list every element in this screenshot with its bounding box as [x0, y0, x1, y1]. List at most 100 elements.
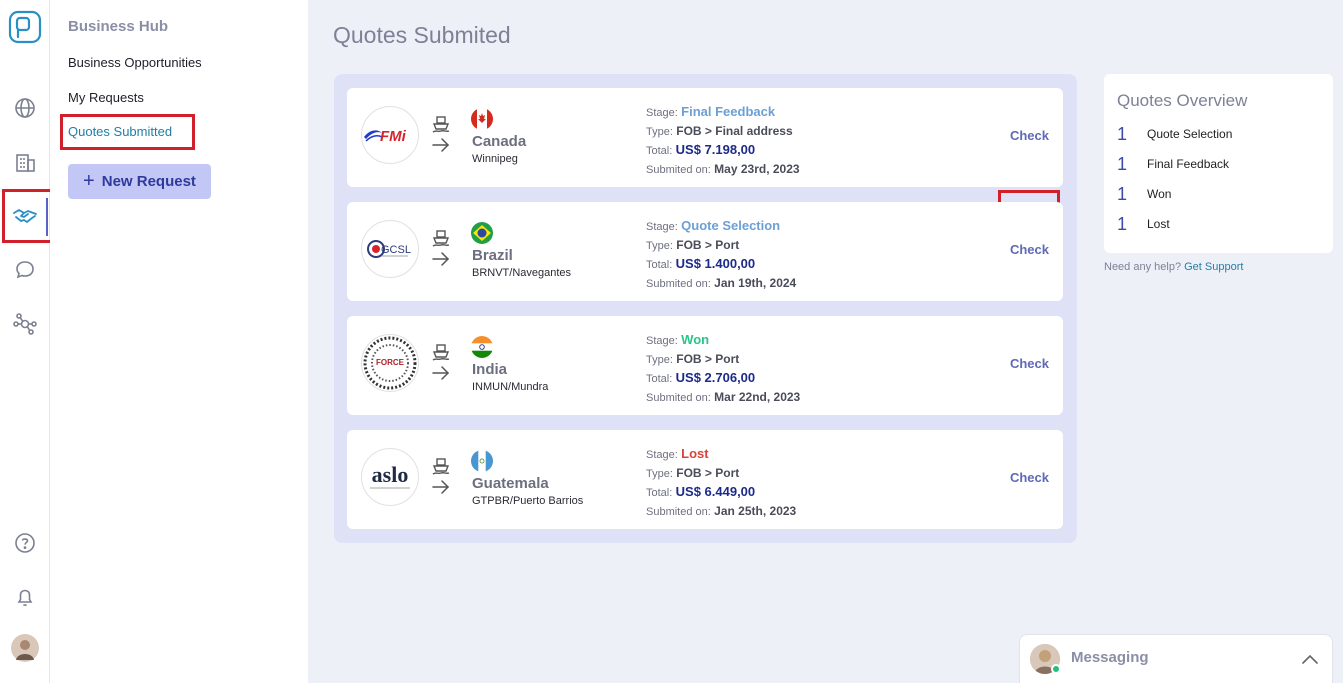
bell-icon[interactable]	[0, 582, 50, 612]
stage-label: Stage:	[646, 107, 678, 119]
submitted-label: Submited on:	[646, 506, 711, 518]
type-value: FOB > Port	[676, 352, 740, 366]
quote-info: Stage: Lost Type: FOB > Port Total: US$ …	[646, 445, 796, 521]
arrow-right-icon	[432, 480, 450, 499]
nav-my-requests[interactable]: My Requests	[68, 90, 144, 105]
overview-count: 1	[1117, 183, 1128, 204]
messaging-label: Messaging	[1071, 649, 1149, 666]
quote-info: Stage: Won Type: FOB > Port Total: US$ 2…	[646, 331, 800, 407]
nav-business-opportunities[interactable]: Business Opportunities	[68, 55, 202, 70]
logo-text: FMi	[380, 128, 407, 145]
check-button[interactable]: Check	[1010, 470, 1049, 485]
stage-value: Lost	[681, 446, 709, 461]
arrow-right-icon	[432, 252, 450, 271]
icon-rail	[0, 0, 55, 683]
ship-icon	[431, 343, 451, 366]
overview-label: Quote Selection	[1147, 127, 1233, 141]
quote-card: FORCE India INMUN/Mundra Stage: Won Type…	[347, 316, 1063, 415]
canada-flag-icon	[471, 108, 493, 130]
new-request-button[interactable]: + New Request	[68, 164, 211, 199]
sub-navigation: Business Hub Business Opportunities My R…	[50, 0, 308, 683]
plus-icon: +	[83, 169, 95, 192]
country-name: Brazil	[472, 247, 513, 264]
quote-card: GCSL Brazil BRNVT/Navegantes Stage: Quot…	[347, 202, 1063, 301]
total-label: Total:	[646, 487, 673, 499]
app-logo-icon[interactable]	[0, 10, 50, 44]
type-label: Type:	[646, 240, 673, 252]
port-name: INMUN/Mundra	[472, 381, 549, 393]
type-label: Type:	[646, 126, 673, 138]
online-status-indicator	[1051, 664, 1061, 674]
guatemala-flag-icon	[471, 450, 493, 472]
stage-label: Stage:	[646, 221, 678, 233]
overview-row: 1 Lost	[1117, 213, 1170, 235]
company-logo: FORCE	[361, 334, 419, 392]
logo-text: GCSL	[381, 244, 411, 256]
highlight-box	[2, 189, 55, 243]
check-button[interactable]: Check	[1010, 242, 1049, 257]
quote-info: Stage: Final Feedback Type: FOB > Final …	[646, 103, 800, 179]
check-button[interactable]: Check	[1010, 356, 1049, 371]
new-request-label: New Request	[101, 173, 196, 190]
help-text: Need any help? Get Support	[1104, 261, 1243, 273]
logo-text: FORCE	[376, 358, 405, 367]
total-label: Total:	[646, 145, 673, 157]
get-support-link[interactable]: Get Support	[1184, 261, 1243, 273]
quote-card: aslo Guatemala GTPBR/Puerto Barrios Stag…	[347, 430, 1063, 529]
submitted-date: May 23rd, 2023	[714, 162, 800, 176]
ship-icon	[431, 115, 451, 138]
stage-label: Stage:	[646, 449, 678, 461]
stage-value: Quote Selection	[681, 218, 781, 233]
messaging-widget[interactable]: Messaging	[1019, 634, 1333, 683]
total-label: Total:	[646, 259, 673, 271]
overview-row: 1 Final Feedback	[1117, 153, 1229, 175]
quotes-overview: Quotes Overview 1 Quote Selection 1 Final …	[1104, 74, 1333, 253]
total-value: US$ 7.198,00	[675, 142, 756, 157]
stage-value: Won	[681, 332, 710, 347]
arrow-right-icon	[432, 138, 450, 157]
submitted-date: Jan 25th, 2023	[714, 504, 797, 518]
total-value: US$ 6.449,00	[675, 484, 756, 499]
logo-text: aslo	[372, 462, 409, 487]
type-label: Type:	[646, 354, 673, 366]
user-avatar[interactable]	[0, 633, 50, 663]
type-value: FOB > Final address	[676, 124, 793, 138]
brazil-flag-icon	[471, 222, 493, 244]
company-logo: aslo	[361, 448, 419, 506]
company-logo: FMi	[361, 106, 419, 164]
submitted-date: Jan 19th, 2024	[714, 276, 797, 290]
overview-label: Lost	[1147, 217, 1170, 231]
overview-title: Quotes Overview	[1117, 91, 1248, 110]
overview-label: Final Feedback	[1147, 157, 1230, 171]
chevron-up-icon[interactable]	[1302, 651, 1318, 669]
total-value: US$ 2.706,00	[675, 370, 756, 385]
ship-icon	[431, 457, 451, 480]
ship-icon	[431, 229, 451, 252]
quote-info: Stage: Quote Selection Type: FOB > Port …	[646, 217, 796, 293]
help-icon[interactable]	[0, 528, 50, 558]
total-label: Total:	[646, 373, 673, 385]
submitted-date: Mar 22nd, 2023	[714, 390, 801, 404]
india-flag-icon	[471, 336, 493, 358]
building-icon[interactable]	[0, 147, 50, 177]
company-logo: GCSL	[361, 220, 419, 278]
port-name: Winnipeg	[472, 153, 518, 165]
check-button[interactable]: Check	[1010, 128, 1049, 143]
network-icon[interactable]	[0, 309, 50, 339]
overview-count: 1	[1117, 123, 1128, 144]
total-value: US$ 1.400,00	[675, 256, 756, 271]
globe-icon[interactable]	[0, 93, 50, 123]
help-label: Need any help?	[1104, 261, 1182, 273]
arrow-right-icon	[432, 366, 450, 385]
type-label: Type:	[646, 468, 673, 480]
highlight-box	[60, 114, 195, 150]
chat-icon[interactable]	[0, 255, 50, 285]
submitted-label: Submited on:	[646, 278, 711, 290]
overview-row: 1 Quote Selection	[1117, 123, 1232, 145]
port-name: BRNVT/Navegantes	[472, 267, 572, 279]
overview-label: Won	[1147, 187, 1172, 201]
type-value: FOB > Port	[676, 466, 740, 480]
business-hub-title: Business Hub	[68, 18, 169, 35]
page-title: Quotes Submited	[333, 22, 511, 48]
port-name: GTPBR/Puerto Barrios	[472, 495, 584, 507]
